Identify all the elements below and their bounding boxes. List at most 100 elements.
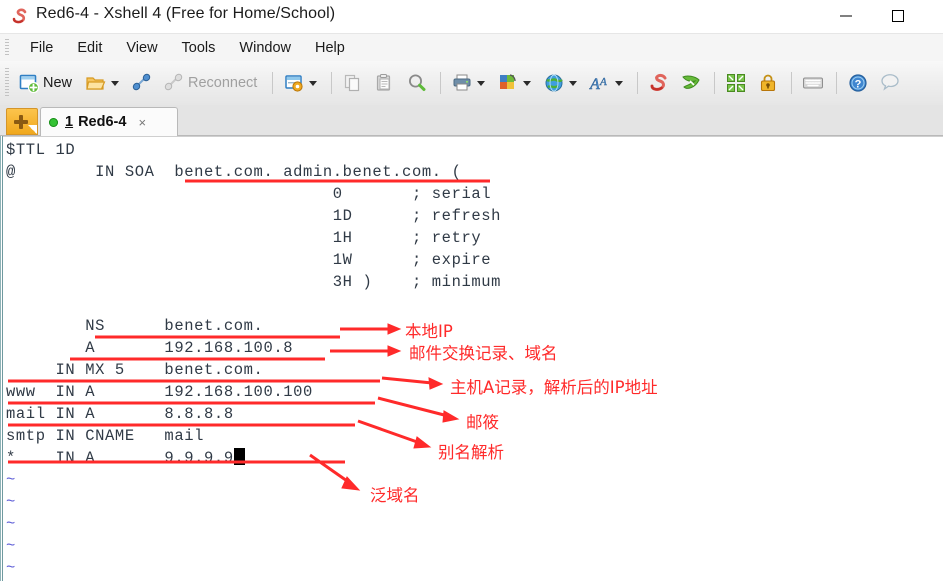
printer-icon <box>451 72 473 94</box>
terminal-line: A 192.168.100.8 <box>6 339 294 357</box>
maximize-icon <box>892 9 904 22</box>
new-session-button[interactable]: New <box>14 67 79 99</box>
vi-empty-line-tilde: ~ <box>6 559 16 577</box>
folder-open-icon <box>85 72 107 94</box>
toolbar-separator <box>836 72 838 94</box>
help-button[interactable]: ? <box>843 67 873 99</box>
browser-button[interactable] <box>539 67 583 99</box>
menu-file[interactable]: File <box>20 37 63 59</box>
globe-icon <box>543 72 565 94</box>
new-session-label: New <box>43 75 73 91</box>
toolbar-separator <box>637 72 639 94</box>
tab-status-dot <box>49 117 58 127</box>
connect-button[interactable] <box>127 67 157 99</box>
menu-view[interactable]: View <box>116 37 167 59</box>
toolbar-separator <box>714 72 716 94</box>
menu-edit[interactable]: Edit <box>67 37 112 59</box>
menu-help[interactable]: Help <box>305 37 355 59</box>
menu-bar: File Edit View Tools Window Help <box>0 33 943 62</box>
xftp-button[interactable] <box>676 67 706 99</box>
tab-corner-fold <box>28 125 37 134</box>
fullscreen-button[interactable] <box>721 67 751 99</box>
layout-caret-icon[interactable] <box>523 80 532 86</box>
toolbar-separator <box>440 72 442 94</box>
tab-title: Red6-4 <box>78 114 127 130</box>
minimize-button[interactable] <box>823 0 869 31</box>
keyboard-button[interactable] <box>798 67 828 99</box>
terminal-line: 3H ) ; minimum <box>6 273 502 291</box>
vi-empty-line-tilde: ~ <box>6 537 16 555</box>
tab-number: 1 <box>65 114 74 130</box>
browser-caret-icon[interactable] <box>569 80 578 86</box>
xshell-window: Red6-4 - Xshell 4 (Free for Home/School)… <box>0 0 943 581</box>
title-bar: Red6-4 - Xshell 4 (Free for Home/School) <box>0 0 943 33</box>
paste-icon <box>374 72 396 94</box>
toolbar: New Reconnect A A ? <box>0 61 943 106</box>
menu-drag-grip[interactable] <box>5 39 9 57</box>
keyboard-icon <box>802 72 824 94</box>
xshell-button[interactable] <box>644 67 674 99</box>
minimize-icon <box>840 15 852 16</box>
menu-window[interactable]: Window <box>229 37 301 59</box>
window-gear-icon <box>283 72 305 94</box>
layout-button[interactable] <box>493 67 537 99</box>
lock-button[interactable] <box>753 67 783 99</box>
font-button[interactable]: A A <box>585 67 629 99</box>
question-help-icon: ? <box>847 72 869 94</box>
toolbar-drag-grip[interactable] <box>5 68 9 98</box>
window-title: Red6-4 - Xshell 4 (Free for Home/School) <box>36 5 336 22</box>
connect-plug-icon <box>131 72 153 94</box>
svg-text:A: A <box>589 76 600 93</box>
xshell-icon <box>648 72 670 94</box>
properties-button[interactable] <box>279 67 323 99</box>
color-layout-icon <box>497 72 519 94</box>
terminal-line: 1W ; expire <box>6 251 492 269</box>
tab-red6-4[interactable]: 1 Red6-4 × <box>40 107 178 136</box>
maximize-button[interactable] <box>875 0 921 31</box>
magnifier-icon <box>406 72 428 94</box>
reconnect-label: Reconnect <box>188 75 258 91</box>
fullscreen-arrows-icon <box>725 72 747 94</box>
font-a-icon: A A <box>589 72 611 94</box>
vi-empty-line-tilde: ~ <box>6 493 16 511</box>
toolbar-separator <box>272 72 274 94</box>
terminal-line: NS benet.com. <box>6 317 264 335</box>
vi-empty-line-tilde: ~ <box>6 471 16 489</box>
terminal-area[interactable]: $TTL 1D @ IN SOA benet.com. admin.benet.c… <box>0 136 943 581</box>
vi-empty-line-tilde: ~ <box>6 515 16 533</box>
terminal-line: $TTL 1D <box>6 141 76 159</box>
find-button[interactable] <box>402 67 432 99</box>
terminal-cursor <box>233 448 245 465</box>
terminal-line: IN MX 5 benet.com. <box>6 361 264 379</box>
toolbar-separator <box>791 72 793 94</box>
chat-button[interactable] <box>875 67 905 99</box>
terminal-line: 0 ; serial <box>6 185 492 203</box>
menu-tools[interactable]: Tools <box>172 37 226 59</box>
new-window-icon <box>18 72 40 94</box>
terminal-content: $TTL 1D @ IN SOA benet.com. admin.benet.c… <box>6 139 941 579</box>
tab-close-button[interactable]: × <box>138 116 146 129</box>
new-tab-button[interactable] <box>6 108 38 135</box>
print-button[interactable] <box>447 67 491 99</box>
open-session-caret-icon[interactable] <box>111 80 120 86</box>
copy-button[interactable] <box>338 67 368 99</box>
paste-button[interactable] <box>370 67 400 99</box>
terminal-line: smtp IN CNAME mail <box>6 427 205 445</box>
chat-bubble-icon <box>879 72 901 94</box>
terminal-line: * IN A 9.9.9.9 <box>6 447 245 469</box>
reconnect-button[interactable]: Reconnect <box>159 67 264 99</box>
terminal-line: www IN A 192.168.100.100 <box>6 383 313 401</box>
terminal-line: @ IN SOA benet.com. admin.benet.com. ( <box>6 163 462 181</box>
xftp-icon <box>680 72 702 94</box>
terminal-line: mail IN A 8.8.8.8 <box>6 405 234 423</box>
svg-text:?: ? <box>855 79 862 91</box>
svg-text:A: A <box>599 76 607 88</box>
padlock-icon <box>757 72 779 94</box>
open-session-button[interactable] <box>81 67 125 99</box>
print-caret-icon[interactable] <box>477 80 486 86</box>
terminal-top-edge <box>3 136 943 138</box>
font-caret-icon[interactable] <box>615 80 624 86</box>
properties-caret-icon[interactable] <box>309 80 318 86</box>
terminal-line: 1H ; retry <box>6 229 482 247</box>
disconnect-plug-icon <box>163 72 185 94</box>
